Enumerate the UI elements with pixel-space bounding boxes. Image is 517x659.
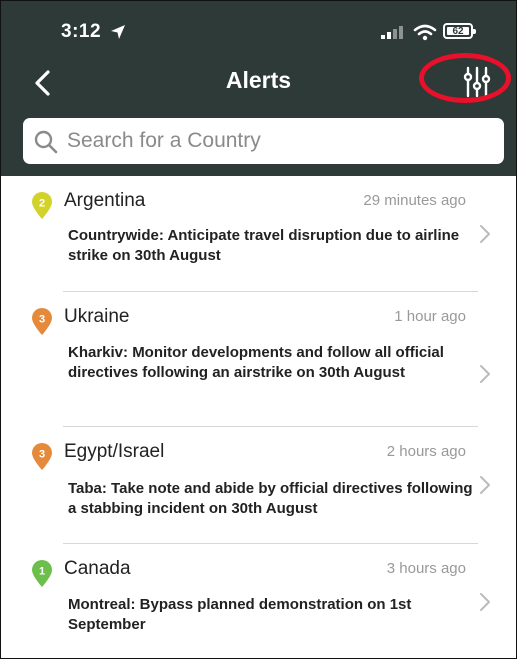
battery-level: 62 — [452, 26, 464, 37]
severity-level: 2 — [39, 198, 45, 210]
alert-item-ukraine[interactable]: 3 Ukraine 1 hour ago Kharkiv: Monitor de… — [1, 292, 516, 427]
alert-item-argentina[interactable]: 2 Argentina 29 minutes ago Countrywide: … — [1, 176, 516, 292]
alert-country: Argentina — [64, 190, 146, 211]
alert-item-canada[interactable]: 1 Canada 3 hours ago Montreal: Bypass pl… — [1, 544, 516, 654]
alert-time: 2 hours ago — [386, 443, 466, 460]
page-title: Alerts — [225, 67, 292, 93]
alert-description: Taba: Take note and abide by official di… — [68, 480, 473, 517]
search-icon — [34, 130, 58, 154]
signal-icon — [381, 26, 403, 39]
alert-description: Countrywide: Anticipate travel disruptio… — [68, 227, 460, 264]
search-input[interactable] — [67, 118, 487, 164]
severity-pin-icon: 1 — [32, 560, 52, 587]
status-time: 3:12 — [61, 21, 102, 42]
chevron-right-icon — [480, 593, 490, 611]
alert-country: Canada — [64, 558, 131, 579]
chevron-right-icon — [480, 476, 490, 494]
severity-pin-icon: 3 — [32, 443, 52, 470]
header-bar: 3:12 62 Alerts — [1, 1, 516, 176]
severity-level: 1 — [39, 566, 45, 578]
phone-screen: 3:12 62 Alerts Search for a Country 2 Ar… — [0, 0, 517, 659]
alert-time: 3 hours ago — [386, 560, 466, 577]
location-arrow-icon — [111, 25, 125, 39]
sliders-icon — [463, 66, 491, 98]
chevron-right-icon — [480, 225, 490, 243]
battery-icon: 62 — [443, 23, 476, 39]
filter-button[interactable] — [459, 65, 495, 99]
severity-pin-icon: 2 — [32, 192, 52, 219]
alerts-list: 2 Argentina 29 minutes ago Countrywide: … — [1, 176, 516, 654]
severity-pin-icon: 3 — [32, 308, 52, 335]
severity-level: 3 — [39, 314, 45, 326]
wifi-icon — [413, 24, 437, 41]
alert-item-egypt-israel[interactable]: 3 Egypt/Israel 2 hours ago Taba: Take no… — [1, 427, 516, 544]
alert-country: Ukraine — [64, 306, 130, 327]
alert-description: Kharkiv: Monitor developments and follow… — [68, 344, 444, 381]
severity-level: 3 — [39, 449, 45, 461]
alert-time: 29 minutes ago — [363, 192, 466, 209]
alert-description: Montreal: Bypass planned demonstration o… — [68, 596, 412, 633]
alert-country: Egypt/Israel — [64, 441, 165, 462]
chevron-right-icon — [480, 365, 490, 383]
search-bar[interactable] — [23, 118, 504, 164]
alert-time: 1 hour ago — [394, 308, 466, 325]
